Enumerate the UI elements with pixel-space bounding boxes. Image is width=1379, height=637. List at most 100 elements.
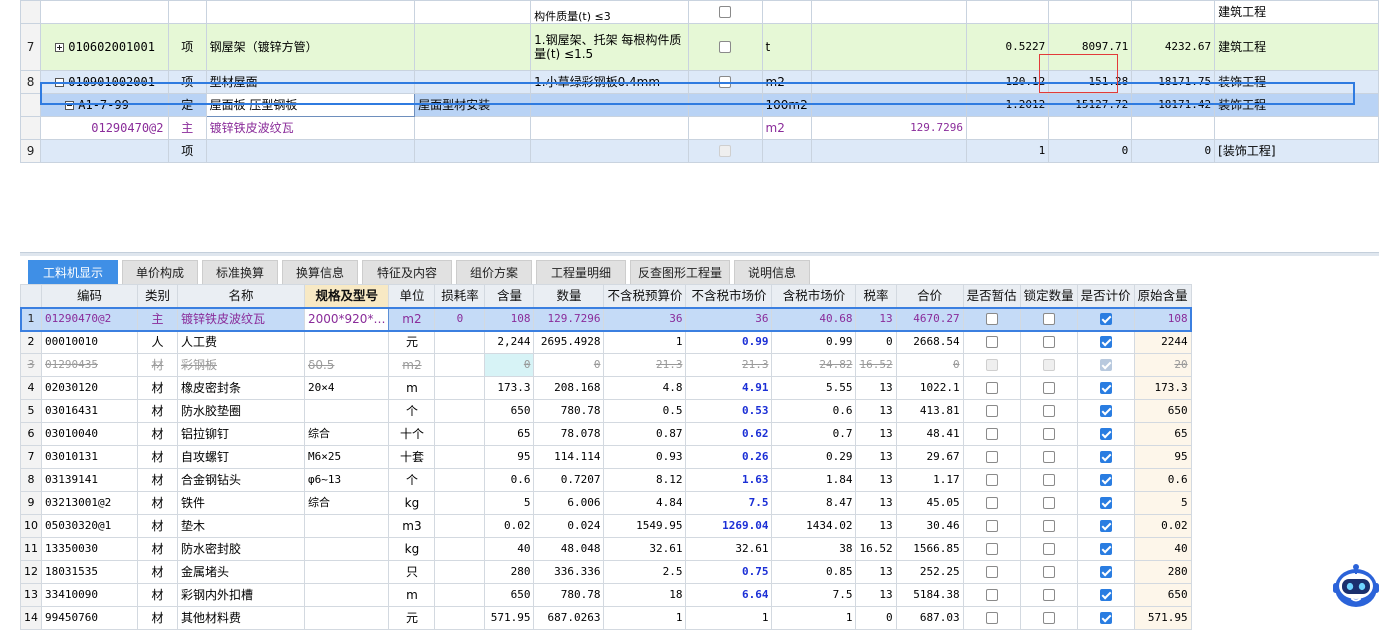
lock-quantity-checkbox[interactable] — [1042, 520, 1055, 533]
total-price-cell[interactable]: 413.81 — [895, 399, 964, 423]
material-name-cell[interactable]: 彩钢板 — [177, 353, 305, 377]
lock-quantity-checkbox[interactable] — [1042, 405, 1055, 418]
lock-quantity-checkbox[interactable] — [1042, 359, 1055, 372]
tax-rate-cell[interactable]: 13 — [855, 307, 897, 331]
tab-4[interactable]: 换算信息 — [282, 260, 358, 284]
content-cell[interactable]: 0.02 — [484, 514, 535, 538]
budget-price-cell[interactable]: 2.5 — [603, 560, 687, 584]
material-row[interactable]: 5 03016431 材防水胶垫圈个 650 780.78 0.5 0.53 0.6 13 413… — [20, 399, 1192, 423]
material-category-cell[interactable]: 材 — [137, 422, 178, 446]
item-type-cell[interactable]: 项 — [168, 23, 207, 71]
is-priced-checkbox[interactable] — [1099, 451, 1112, 464]
estimate-checkbox[interactable] — [985, 497, 998, 510]
is-estimate-cell[interactable] — [962, 399, 1021, 423]
item-category-cell[interactable] — [1214, 116, 1379, 140]
material-name-cell[interactable]: 彩钢内外扣槽 — [177, 583, 305, 607]
material-spec-cell[interactable]: 20×4 — [303, 376, 390, 400]
material-unit-cell[interactable]: 元 — [388, 606, 436, 630]
market-price-tax-cell[interactable]: 8.47 — [771, 491, 857, 515]
is-estimate-cell[interactable] — [962, 560, 1021, 584]
material-code-cell[interactable]: 99450760 — [41, 606, 138, 630]
total-price-cell[interactable]: 1022.1 — [895, 376, 964, 400]
material-category-cell[interactable]: 材 — [137, 353, 178, 377]
is-priced-cell[interactable] — [1076, 606, 1135, 630]
lock-quantity-cell[interactable] — [1019, 376, 1078, 400]
original-content-cell[interactable]: 20 — [1133, 353, 1192, 377]
material-spec-cell[interactable] — [303, 537, 390, 561]
material-spec-cell[interactable] — [303, 560, 390, 584]
material-category-cell[interactable]: 材 — [137, 468, 178, 492]
is-estimate-cell[interactable] — [962, 353, 1021, 377]
market-price-tax-cell[interactable]: 38 — [771, 537, 857, 561]
column-header[interactable]: 含税市场价 — [771, 284, 857, 308]
material-name-cell[interactable]: 垫木 — [177, 514, 305, 538]
market-price-cell[interactable]: 1.63 — [685, 468, 773, 492]
loss-rate-cell[interactable] — [434, 399, 486, 423]
material-unit-cell[interactable]: m — [388, 376, 436, 400]
loss-rate-cell[interactable] — [434, 491, 486, 515]
material-name-cell[interactable]: 防水胶垫圈 — [177, 399, 305, 423]
column-header[interactable]: 是否计价 — [1076, 284, 1135, 308]
budget-price-cell[interactable]: 8.12 — [603, 468, 687, 492]
market-price-cell[interactable]: 1 — [685, 606, 773, 630]
item-checkbox[interactable] — [719, 76, 732, 89]
content-cell[interactable]: 571.95 — [484, 606, 535, 630]
item-type-cell[interactable]: 主 — [168, 116, 207, 140]
item-feature-cell[interactable]: 1.小草绿彩钢板0.4mm — [530, 70, 689, 94]
item-unit-cell[interactable]: t — [761, 23, 812, 71]
lock-quantity-checkbox[interactable] — [1042, 428, 1055, 441]
item-type-cell[interactable]: 项 — [168, 70, 207, 94]
item-unit-price-cell[interactable]: 151.28 — [1048, 70, 1133, 94]
item-quantity-expr-cell[interactable] — [810, 70, 968, 94]
material-code-cell[interactable]: 01290470@2 — [41, 307, 138, 331]
quantity-cell[interactable]: 114.114 — [533, 445, 605, 469]
item-category-cell[interactable]: 装饰工程 — [1214, 70, 1379, 94]
item-quantity-expr-cell[interactable] — [810, 93, 968, 117]
material-spec-cell[interactable] — [303, 399, 390, 423]
lock-quantity-cell[interactable] — [1019, 468, 1078, 492]
tax-rate-cell[interactable]: 0 — [855, 606, 897, 630]
material-row[interactable]: 11 13350030 材防水密封胶 kg 40 48.048 32.61 32.61 38 16… — [20, 537, 1192, 561]
item-quantity-cell[interactable]: 120.12 — [966, 70, 1050, 94]
item-code-cell[interactable]: A1-7-99 — [40, 93, 170, 117]
is-priced-checkbox[interactable] — [1099, 520, 1112, 533]
budget-price-cell[interactable]: 0.5 — [603, 399, 687, 423]
estimate-checkbox[interactable] — [985, 405, 998, 418]
lock-quantity-checkbox[interactable] — [1042, 313, 1055, 326]
column-header[interactable]: 是否暂估 — [962, 284, 1021, 308]
material-row[interactable]: 7 03010131 材自攻螺钉 M6×25 十套 95 114.114 0.93 0.26 0.… — [20, 445, 1192, 469]
material-row[interactable]: 9 03213001@2 材铁件 综合 kg 5 6.006 4.84 7.5 8.47 13 45.… — [20, 491, 1192, 515]
material-unit-cell[interactable]: 个 — [388, 468, 436, 492]
tax-rate-cell[interactable]: 13 — [855, 560, 897, 584]
item-row[interactable]: 7 010602001001 项钢屋架（镀锌方管） 1.钢屋架、托架 每根构件质量(t… — [19, 23, 1379, 71]
column-header[interactable]: 税率 — [855, 284, 897, 308]
quantity-cell[interactable]: 780.78 — [533, 399, 605, 423]
tab-7[interactable]: 工程量明细 — [536, 260, 626, 284]
lock-quantity-cell[interactable] — [1019, 537, 1078, 561]
material-name-cell[interactable]: 防水密封胶 — [177, 537, 305, 561]
is-priced-checkbox[interactable] — [1099, 428, 1112, 441]
quantity-cell[interactable]: 78.078 — [533, 422, 605, 446]
item-unit-price-cell[interactable]: 8097.71 — [1048, 23, 1133, 71]
loss-rate-cell[interactable] — [434, 353, 486, 377]
column-header[interactable]: 数量 — [533, 284, 605, 308]
original-content-cell[interactable]: 280 — [1133, 560, 1192, 584]
total-price-cell[interactable]: 687.03 — [895, 606, 964, 630]
item-checkbox-cell[interactable] — [687, 93, 763, 117]
material-unit-cell[interactable]: m3 — [388, 514, 436, 538]
tab-6[interactable]: 组价方案 — [456, 260, 532, 284]
lock-quantity-checkbox[interactable] — [1042, 543, 1055, 556]
lock-quantity-checkbox[interactable] — [1042, 336, 1055, 349]
tab-3[interactable]: 标准换算 — [202, 260, 278, 284]
market-price-cell[interactable]: 0.26 — [685, 445, 773, 469]
budget-price-cell[interactable]: 1 — [603, 606, 687, 630]
material-category-cell[interactable]: 材 — [137, 491, 178, 515]
tab-1[interactable]: 工料机显示 — [28, 260, 118, 284]
material-unit-cell[interactable]: 只 — [388, 560, 436, 584]
loss-rate-cell[interactable] — [434, 537, 486, 561]
column-header[interactable]: 含量 — [484, 284, 535, 308]
market-price-cell[interactable]: 0.99 — [685, 330, 773, 354]
market-price-tax-cell[interactable]: 0.6 — [771, 399, 857, 423]
lock-quantity-checkbox[interactable] — [1042, 474, 1055, 487]
item-category-cell[interactable]: 装饰工程 — [1214, 93, 1379, 117]
